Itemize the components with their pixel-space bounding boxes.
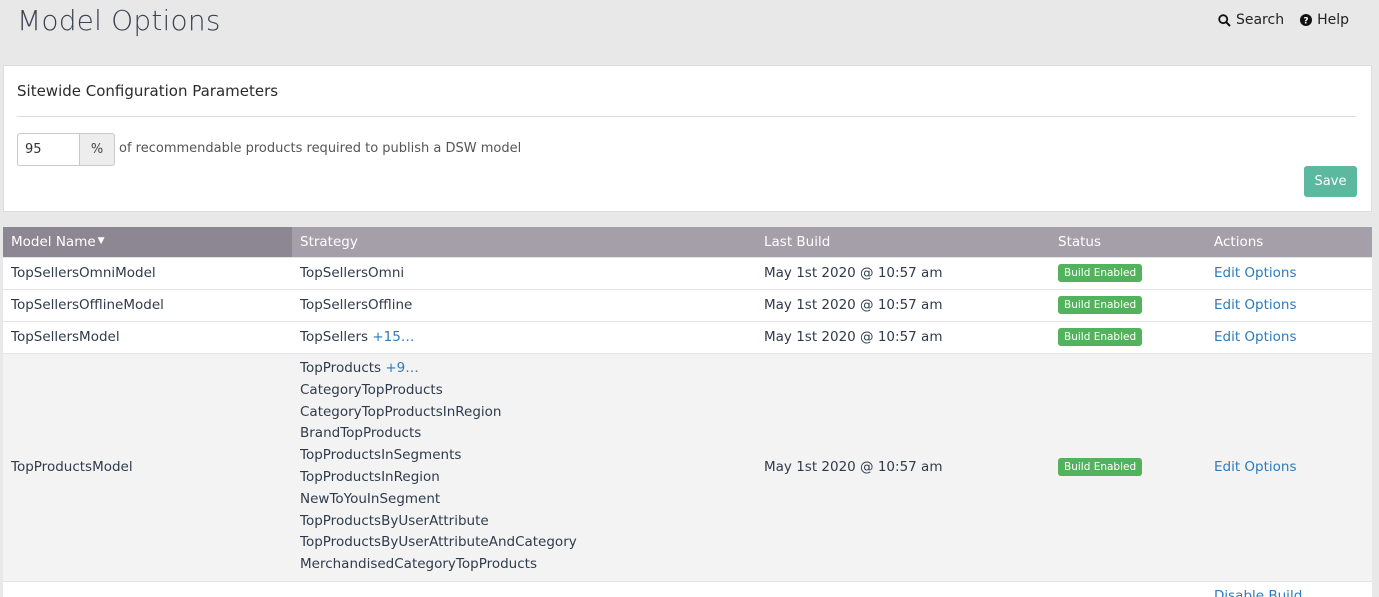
model-name-cell: TopSellersOmniModel <box>3 256 292 289</box>
table-header-row: Model Name ▼ Strategy Last Build Status A… <box>3 227 1372 257</box>
column-header-status[interactable]: Status <box>1050 227 1206 257</box>
status-cell <box>1050 580 1206 597</box>
edit-options-link[interactable]: Edit Options <box>1214 265 1297 281</box>
strategy-name: TopSellersOffline <box>300 297 413 313</box>
strategy-cell: TopProducts +9… CategoryTopProducts Cate… <box>292 352 756 581</box>
page-title: Model Options <box>17 4 221 37</box>
sort-desc-icon: ▼ <box>97 235 105 246</box>
percent-description: of recommendable products required to pu… <box>119 141 522 156</box>
edit-options-link[interactable]: Edit Options <box>1214 459 1297 475</box>
status-cell: Build Enabled <box>1050 256 1206 289</box>
last-build-cell <box>756 580 1050 597</box>
table-row: TopSellersOmniModel TopSellersOmni May 1… <box>3 256 1372 289</box>
column-header-last-build[interactable]: Last Build <box>756 227 1050 257</box>
actions-cell: Disable Build <box>1206 580 1372 597</box>
help-label: Help <box>1317 12 1349 28</box>
strategy-cell: TopSellers +15… <box>292 320 756 353</box>
status-badge: Build Enabled <box>1058 264 1143 282</box>
actions-cell: Edit Options <box>1206 352 1372 581</box>
strategy-cell: TopSellersOffline <box>292 288 756 321</box>
model-name-cell: TopSellersOfflineModel <box>3 288 292 321</box>
actions-cell: Edit Options <box>1206 288 1372 321</box>
sitewide-config-panel: Sitewide Configuration Parameters % of r… <box>3 65 1372 212</box>
status-badge: Build Enabled <box>1058 328 1143 346</box>
status-cell: Build Enabled <box>1050 288 1206 321</box>
percent-input[interactable] <box>17 133 79 166</box>
status-badge: Build Enabled <box>1058 458 1143 476</box>
top-bar: Model Options Search ? Help <box>0 0 1379 60</box>
svg-text:?: ? <box>1303 16 1308 26</box>
strategy-list: TopProducts +9… CategoryTopProducts Cate… <box>300 354 748 580</box>
disable-build-link[interactable]: Disable Build <box>1214 588 1302 597</box>
help-link[interactable]: ? Help <box>1300 12 1349 28</box>
model-name-cell: TopSellersModel <box>3 320 292 353</box>
strategy-name: TopProductsInRegion <box>300 469 440 485</box>
strategy-name: BrandTopProducts <box>300 425 422 442</box>
column-header-model-name[interactable]: Model Name ▼ <box>3 227 292 257</box>
table-row: TopSellersOfflineModel TopSellersOffline… <box>3 288 1372 321</box>
table-row: Disable Build <box>3 580 1372 597</box>
column-header-actions: Actions <box>1206 227 1372 257</box>
strategy-name: TopSellers <box>300 329 369 345</box>
strategy-name: TopProductsByUserAttribute <box>300 512 489 529</box>
collapse-strategies-link[interactable]: +9… <box>385 360 418 376</box>
table-row: TopProductsModel TopProducts +9… Categor… <box>3 352 1372 581</box>
status-cell: Build Enabled <box>1050 352 1206 581</box>
status-cell: Build Enabled <box>1050 320 1206 353</box>
strategy-cell: TopSellersOmni <box>292 256 756 289</box>
model-name-cell <box>3 580 292 597</box>
last-build-cell: May 1st 2020 @ 10:57 am <box>756 288 1050 321</box>
strategy-name: TopSellersOmni <box>300 265 405 281</box>
config-title: Sitewide Configuration Parameters <box>17 82 279 100</box>
column-header-strategy[interactable]: Strategy <box>292 227 756 257</box>
strategy-cell <box>292 580 756 597</box>
help-icon: ? <box>1300 14 1313 26</box>
search-link[interactable]: Search <box>1218 12 1284 28</box>
strategy-name: CategoryTopProductsInRegion <box>300 403 502 420</box>
strategy-name: TopProducts <box>300 360 382 377</box>
strategy-name: MerchandisedCategoryTopProducts <box>300 556 537 573</box>
percent-addon: % <box>79 133 115 166</box>
save-button[interactable]: Save <box>1304 166 1357 197</box>
actions-cell: Edit Options <box>1206 320 1372 353</box>
strategy-name: TopProductsInSegments <box>300 447 462 464</box>
config-divider <box>17 116 1357 117</box>
percent-input-group: % <box>17 133 115 166</box>
strategy-name: NewToYouInSegment <box>300 490 441 507</box>
last-build-cell: May 1st 2020 @ 10:57 am <box>756 256 1050 289</box>
strategy-name: TopProductsByUserAttributeAndCategory <box>300 534 577 551</box>
search-icon <box>1218 13 1231 27</box>
status-badge: Build Enabled <box>1058 296 1143 314</box>
models-table: Model Name ▼ Strategy Last Build Status A… <box>3 227 1372 597</box>
table-row: TopSellersModel TopSellers +15… May 1st … <box>3 320 1372 353</box>
last-build-cell: May 1st 2020 @ 10:57 am <box>756 352 1050 581</box>
strategy-name: CategoryTopProducts <box>300 381 443 398</box>
last-build-cell: May 1st 2020 @ 10:57 am <box>756 320 1050 353</box>
search-label: Search <box>1235 12 1285 28</box>
more-strategies-link[interactable]: +15… <box>372 329 414 345</box>
edit-options-link[interactable]: Edit Options <box>1214 297 1297 313</box>
edit-options-link[interactable]: Edit Options <box>1214 329 1297 345</box>
actions-cell: Edit Options <box>1206 256 1372 289</box>
top-actions: Search ? Help <box>1218 12 1349 28</box>
model-name-cell: TopProductsModel <box>3 352 292 581</box>
